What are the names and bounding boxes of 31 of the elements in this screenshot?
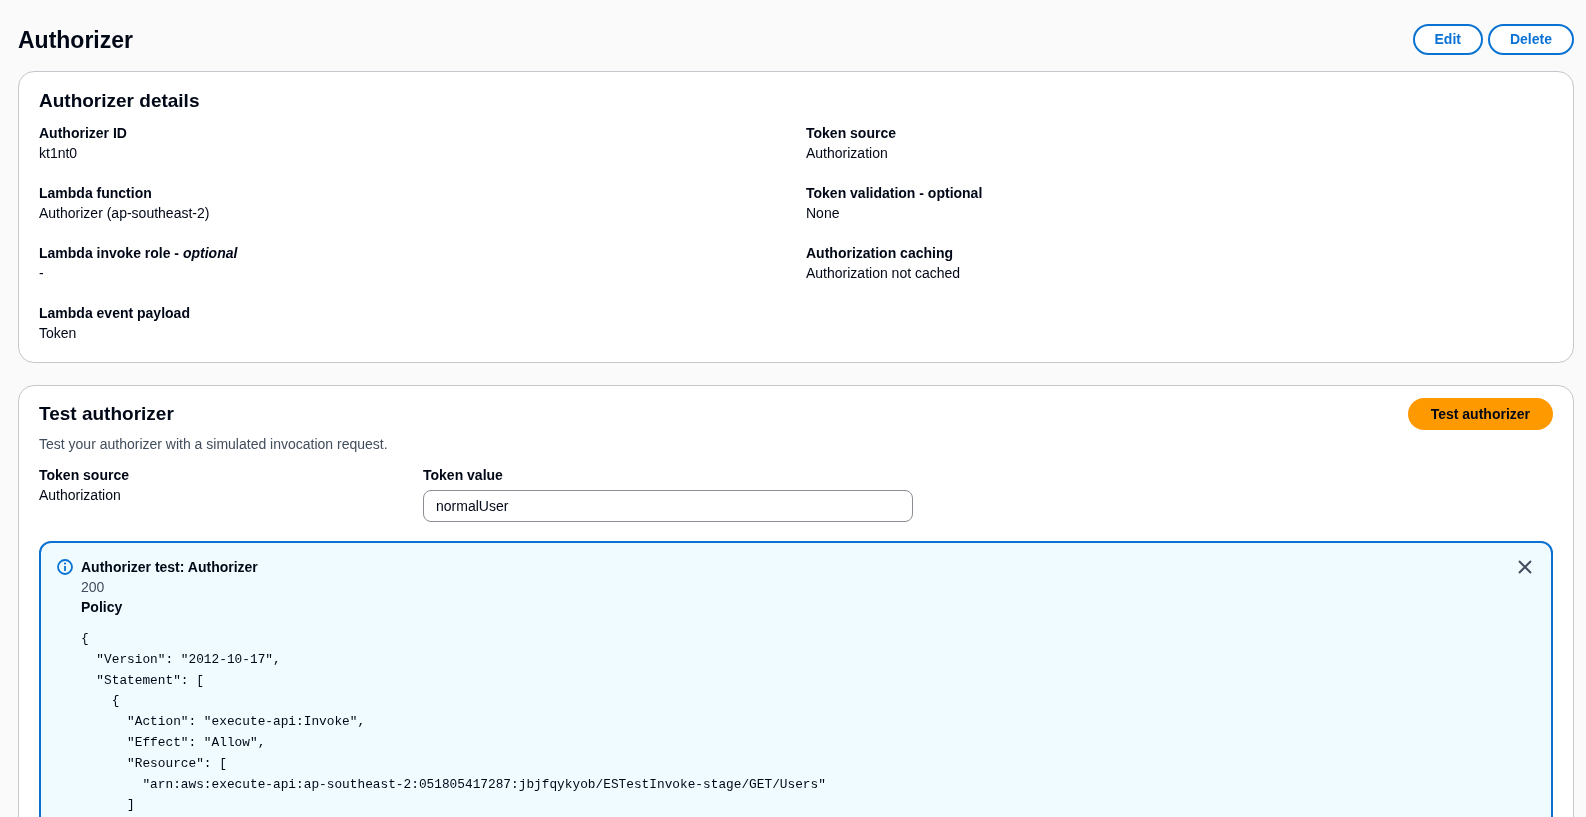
detail-label: Token source (806, 124, 897, 143)
detail-value: kt1nt0 (39, 144, 79, 163)
card-title: Test authorizer (39, 403, 174, 425)
detail-label: Authorization caching (806, 244, 954, 263)
detail-label: Authorizer ID (39, 124, 128, 143)
detail-value: Authorization not cached (806, 264, 962, 283)
field-label: Token source (39, 466, 130, 485)
token-input[interactable]: normalUser (423, 490, 913, 522)
status-code: 200 (81, 578, 106, 597)
page-action-button[interactable]: Delete (1487, 24, 1574, 55)
card-description: Test your authorizer with a simulated invocation request. (39, 435, 389, 454)
close-icon[interactable] (1518, 560, 1532, 574)
page-action-button[interactable]: Edit (1412, 24, 1483, 55)
field-value: Authorization (39, 486, 122, 505)
alert-title: Authorizer test: Authorizer (81, 558, 259, 577)
detail-value: Authorizer (ap-southeast-2) (39, 204, 211, 223)
detail-value: Authorization (806, 144, 889, 163)
detail-label: Lambda function (39, 184, 153, 203)
detail-label: Lambda event payload (39, 304, 191, 323)
detail-value: Token (39, 324, 78, 343)
page-title: Authorizer (18, 25, 133, 55)
info-icon (57, 559, 73, 575)
test-authorizer-button[interactable]: Test authorizer (1407, 398, 1553, 430)
detail-label: Token validation - optional (806, 184, 984, 203)
detail-value: None (806, 204, 841, 223)
policy-code: { "Version": "2012-10-17", "Statement": [ { "Action": "execute-api:Invoke", "Effect": "Allow", "Resource": [ "arn:aws:execute-api:ap-southeast-2:051805417287:jbjfqykyob/ESTestInvoke-stage/GET/Users" ] (81, 630, 827, 815)
card-title: Authorizer details (39, 90, 201, 112)
policy-label: Policy (81, 598, 124, 617)
detail-value: - (39, 264, 45, 283)
field-label: Token value (423, 466, 504, 485)
detail-label: Lambda invoke role - optional (39, 244, 239, 263)
